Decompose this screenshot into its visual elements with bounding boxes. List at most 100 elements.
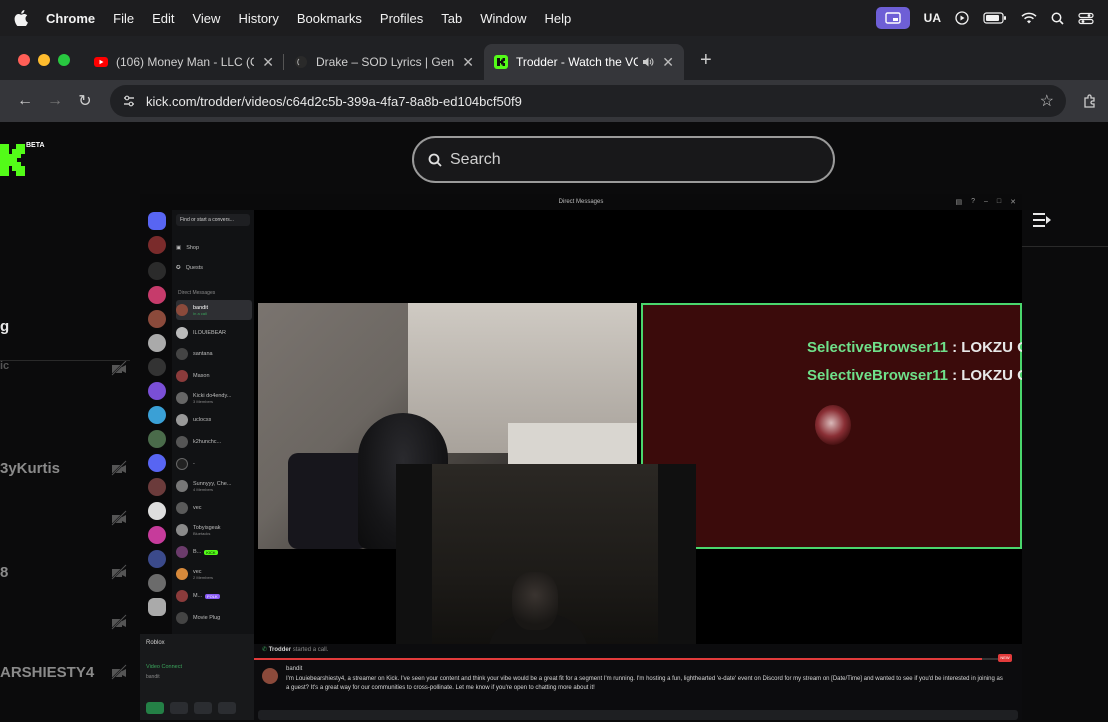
avatar [176,414,188,426]
play-status-icon[interactable] [955,11,969,25]
sidebar-channel-item[interactable]: g [0,312,140,342]
reload-button[interactable]: ↻ [70,91,100,111]
sidebar-channel-item[interactable] [0,608,140,638]
call-log-text: started a call. [292,647,329,653]
dm-item: vec 2 Members [176,564,252,584]
server-icon [148,454,166,472]
server-icon [148,310,166,328]
phone-icon: ✆ [262,647,268,653]
close-tab-icon[interactable]: ✕ [462,54,474,71]
menu-bookmarks[interactable]: Bookmarks [297,11,362,26]
channel-name: ic [0,360,10,372]
voice-connection-status: Video Connect [146,664,182,670]
help-icon: ? [971,198,975,205]
site-settings-icon[interactable] [122,94,136,108]
forward-button[interactable]: → [40,92,70,110]
tab-audio-playing-icon[interactable] [642,56,654,68]
browser-toolbar: ← → ↻ kick.com/trodder/videos/c64d2c5b-3… [0,80,1108,122]
close-tab-icon[interactable]: ✕ [662,54,674,71]
extensions-icon[interactable] [1082,93,1098,109]
url-text[interactable]: kick.com/trodder/videos/c64d2c5b-399a-4f… [146,94,522,109]
close-window-button[interactable] [18,54,30,66]
menu-view[interactable]: View [192,11,220,26]
dm-item: Movie Plug [176,608,252,628]
avatar [176,304,188,316]
sidebar-channel-item[interactable]: 8 [0,558,140,588]
discord-window-controls: ▤ ? – □ ✕ [955,198,1016,206]
message-author: bandit [286,666,302,672]
folk-badge: FOLK [205,593,220,599]
browser-tab-kick[interactable]: Trodder - Watch the VOD ✕ [484,44,684,80]
avatar [176,546,188,558]
back-button[interactable]: ← [10,92,40,110]
stream-chat-line: SelectiveBrowser11 : LOKZU OW [807,339,1022,356]
sidebar-channel-item[interactable]: ic [0,354,140,384]
kick-favicon-icon [494,55,508,69]
soundboard-icon [218,702,236,714]
dm-item: Tobyisgeak Bluetacks [176,520,252,540]
control-center-icon[interactable] [1078,12,1094,25]
screen-mirroring-icon[interactable] [875,7,910,29]
search-input[interactable] [450,150,800,169]
tab-title: (106) Money Man - LLC (Offi [116,55,255,69]
maximize-icon: □ [996,198,1002,205]
menu-window[interactable]: Window [480,11,526,26]
new-tab-button[interactable]: + [700,49,712,72]
expand-chat-icon[interactable] [1032,212,1052,228]
menu-help[interactable]: Help [545,11,572,26]
message-text: I'm Louiebearshiesty4, a streamer on Kic… [286,676,1003,691]
wifi-icon[interactable] [1021,12,1037,24]
input-source-indicator[interactable]: UA [924,11,941,25]
server-icon [148,286,166,304]
discord-message-area: ✆ Trodder started a call. NEW bandit I'm… [254,644,1022,720]
gaming-chair [288,453,368,549]
menu-tab[interactable]: Tab [441,11,462,26]
menu-app-chrome[interactable]: Chrome [46,11,95,26]
sidebar-channel-item[interactable]: ARSHIESTY4 [0,658,140,688]
server-name: Roblox [146,640,165,646]
dm-name: vec [193,568,202,575]
address-bar[interactable]: kick.com/trodder/videos/c64d2c5b-399a-4f… [110,85,1066,117]
youtube-favicon-icon [94,57,108,67]
apple-menu-icon[interactable] [14,10,28,26]
dm-name: vec [193,505,202,511]
dm-item: - [176,454,252,474]
beta-badge: BETA [26,142,45,149]
kick-logo-icon[interactable] [0,144,26,176]
battery-icon[interactable] [983,12,1007,24]
browser-tab-youtube[interactable]: (106) Money Man - LLC (Offi ✕ [84,44,284,80]
server-icon [148,526,166,544]
dm-name: uclocss [193,417,212,423]
zoom-window-button[interactable] [58,54,70,66]
avatar [176,348,188,360]
minimize-window-button[interactable] [38,54,50,66]
server-icon [148,382,166,400]
followed-channels-sidebar: g ic 3yKurtis 8 ARSHIESTY4 [0,302,140,722]
sidebar-channel-item[interactable]: 3yKurtis [0,454,140,484]
site-search[interactable] [412,136,835,183]
server-icon [148,406,166,424]
sidebar-channel-item[interactable] [0,504,140,534]
dm-item: Sunnyyy, Che... 4 Members [176,476,252,496]
dm-section-header: Direct Messages [178,290,216,296]
dm-nav-shop: ▣ Shop [176,238,252,258]
vod-progress-bar[interactable] [254,658,1004,660]
menu-profiles[interactable]: Profiles [380,11,423,26]
close-tab-icon[interactable]: ✕ [262,54,274,71]
discord-user-panel: Roblox Video Connect bandit [140,634,254,720]
spotlight-search-icon[interactable] [1051,12,1064,25]
chat-username: SelectiveBrowser11 [807,339,948,356]
tab-title: Trodder - Watch the VOD [516,55,639,69]
avatar [176,524,188,536]
server-icon [148,574,166,592]
close-icon: ✕ [1010,199,1016,206]
menu-edit[interactable]: Edit [152,11,174,26]
bookmark-star-icon[interactable]: ☆ [1040,91,1054,111]
dm-sub: 3 Members [193,398,214,404]
vod-video-player[interactable]: Direct Messages ▤ ? – □ ✕ Find or start … [140,194,1022,720]
menu-history[interactable]: History [238,11,278,26]
server-icon [148,236,166,254]
dm-name: Sunnyyy, Che... [193,480,232,487]
menu-file[interactable]: File [113,11,134,26]
browser-tab-genius[interactable]: Drake – SOD Lyrics | Genius L ✕ [284,44,484,80]
